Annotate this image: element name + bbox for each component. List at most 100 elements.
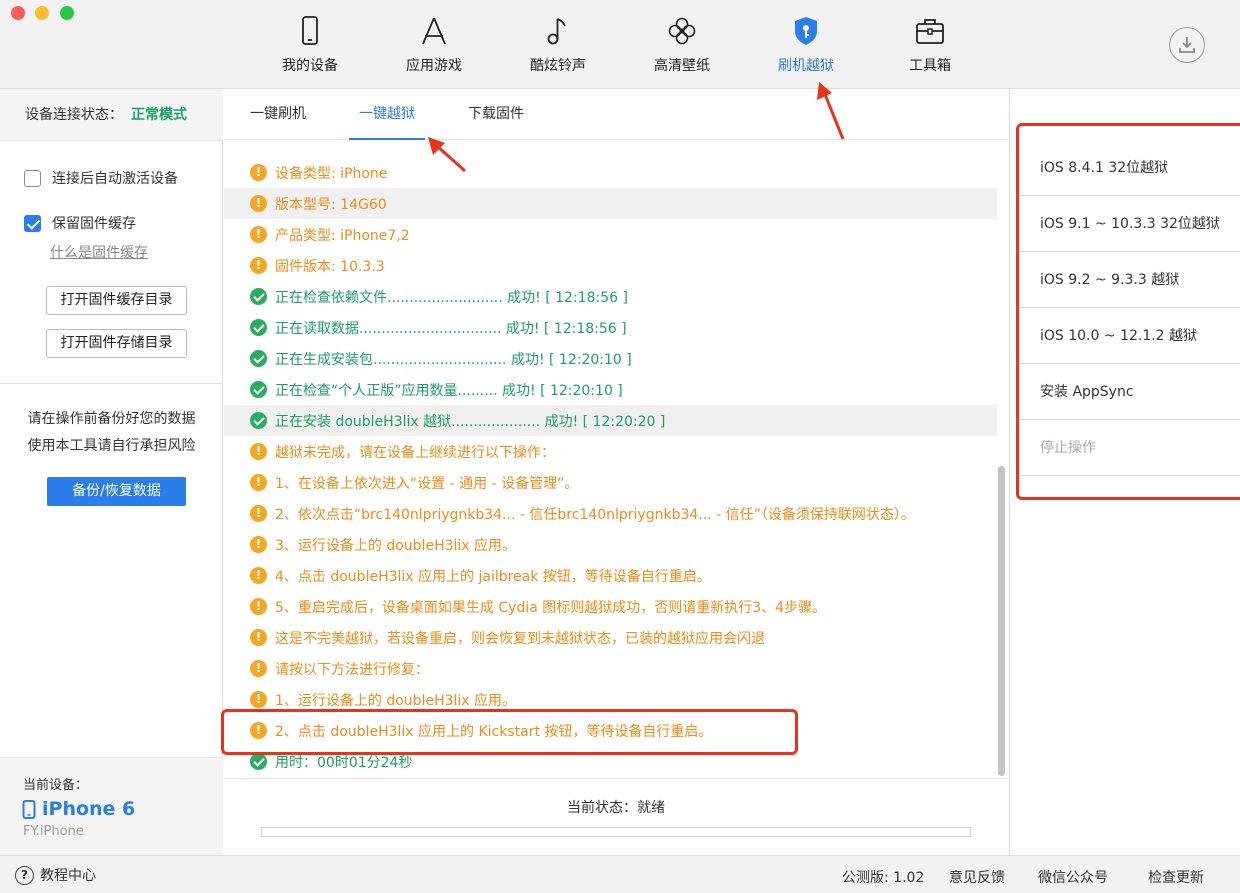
log-line-text: 版本型号: 14G60 (275, 196, 387, 213)
auto-activate-option[interactable]: 连接后自动激活设备 (24, 168, 178, 188)
success-check-icon (250, 350, 267, 367)
log-line: 正在读取数据................................ 成… (224, 312, 997, 343)
nav-flash-jailbreak[interactable]: 刷机越狱 (756, 14, 856, 84)
download-manager-button[interactable] (1169, 27, 1205, 63)
log-line: 5、重启完成后，设备桌面如果生成 Cydia 图标则越狱成功，否则请重新执行3、… (224, 591, 997, 622)
nav-label: 高清壁纸 (654, 58, 710, 74)
connection-status-label: 设备连接状态： (25, 107, 123, 123)
success-check-icon (250, 753, 267, 770)
log-line-text: 正在检查“个人正版”应用数量......... 成功! [ 12:20:10 ] (275, 382, 623, 399)
nav-label: 工具箱 (909, 58, 951, 74)
help-icon: ? (15, 865, 34, 885)
current-device-name[interactable]: iPhone 6 (22, 798, 135, 820)
nav-label: 刷机越狱 (778, 58, 834, 74)
check-update-link[interactable]: 检查更新 (1148, 867, 1204, 887)
status-area: 当前状态：就绪 (224, 778, 1008, 855)
option-install-appsync[interactable]: 安装 AppSync (1020, 364, 1240, 420)
phone-icon (22, 799, 36, 819)
log-line-text: 5、重启完成后，设备桌面如果生成 Cydia 图标则越狱成功，否则请重新执行3、… (275, 599, 827, 616)
stop-operation-button[interactable]: 停止操作 (1020, 420, 1240, 476)
version-label: 公测版: 1.02 (842, 870, 925, 886)
log-line: 正在检查依赖文件.......................... 成功! [… (224, 281, 997, 312)
log-line: 固件版本: 10.3.3 (224, 250, 997, 281)
warning-icon (250, 505, 267, 522)
nav-label: 酷炫铃声 (530, 58, 586, 74)
log-line: 用时：00时01分24秒 (224, 746, 997, 777)
backup-warning-line-1: 请在操作前备份好您的数据 (27, 411, 196, 427)
zoom-window-button[interactable] (60, 6, 74, 20)
nav-label: 应用游戏 (406, 58, 462, 74)
nav-ringtones[interactable]: 酷炫铃声 (508, 14, 608, 84)
log-line-text: 设备类型: iPhone (275, 165, 388, 182)
app-window: 我的设备 应用游戏 酷炫铃声 高清壁纸 刷机越狱 工具箱 设备连接状态： 正常模式 (0, 0, 1240, 893)
log-line-text: 2、依次点击“brc140nlpriygnkb34... - 信任brc140n… (275, 506, 915, 523)
warning-icon (250, 660, 267, 677)
nav-toolbox[interactable]: 工具箱 (880, 14, 980, 84)
log-line: 这是不完美越狱，若设备重启，则会恢复到未越狱状态，已装的越狱应用会闪退 (224, 622, 997, 653)
log-line: 版本型号: 14G60 (224, 188, 997, 219)
log-line: 1、在设备上依次进入“设置 - 通用 - 设备管理”。 (224, 467, 997, 498)
backup-warning-line-2: 使用本工具请自行承担风险 (27, 438, 196, 454)
jailbreak-options-panel: iOS 8.4.1 32位越狱 iOS 9.1 ~ 10.3.3 32位越狱 i… (1009, 89, 1240, 855)
log-line: 产品类型: iPhone7,2 (224, 219, 997, 250)
flower-icon (668, 17, 696, 45)
log-line: 设备类型: iPhone (224, 157, 997, 188)
jailbreak-log: 设备类型: iPhone 版本型号: 14G60 产品类型: iPhone7,2 固件… (224, 140, 1010, 778)
log-line: 2、点击 doubleH3lix 应用上的 Kickstart 按钮，等待设备自… (224, 715, 997, 746)
option-ios-10-0-12-1-2[interactable]: iOS 10.0 ~ 12.1.2 越狱 (1020, 308, 1240, 364)
log-line: 越狱未完成，请在设备上继续进行以下操作： (224, 436, 997, 467)
keep-cache-option[interactable]: 保留固件缓存 (24, 213, 136, 233)
open-cache-dir-button[interactable]: 打开固件缓存目录 (46, 286, 187, 315)
current-status-text: 当前状态：就绪 (567, 800, 665, 816)
tab-bar: 一键刷机 一键越狱 下载固件 (224, 89, 1010, 141)
option-ios-9-1-10-3-3-32bit[interactable]: iOS 9.1 ~ 10.3.3 32位越狱 (1020, 196, 1240, 252)
open-storage-dir-button[interactable]: 打开固件存储目录 (46, 329, 187, 358)
left-sidebar: 设备连接状态： 正常模式 连接后自动激活设备 保留固件缓存 什么是固件缓存 打开固… (0, 89, 223, 855)
log-line-text: 固件版本: 10.3.3 (275, 258, 385, 275)
log-line: 1、运行设备上的 doubleH3lix 应用。 (224, 684, 997, 715)
log-line-text: 请按以下方法进行修复： (275, 661, 429, 678)
shield-key-icon (795, 17, 817, 45)
current-device-panel: 当前设备： iPhone 6 FY.iPhone (0, 757, 223, 855)
divider (0, 383, 223, 384)
warning-icon (250, 598, 267, 615)
log-line-text: 正在生成安装包.............................. 成功… (275, 351, 632, 368)
log-line-text: 用时：00时01分24秒 (275, 754, 413, 771)
download-icon (1179, 37, 1195, 53)
nav-my-device[interactable]: 我的设备 (260, 14, 360, 84)
keep-cache-checkbox[interactable] (24, 214, 41, 232)
tab-download-firmware[interactable]: 下载固件 (468, 89, 524, 140)
option-ios-8-4-1-32bit[interactable]: iOS 8.4.1 32位越狱 (1020, 140, 1240, 196)
keep-cache-label: 保留固件缓存 (52, 216, 136, 232)
firmware-cache-help-link[interactable]: 什么是固件缓存 (50, 242, 148, 262)
warning-icon (250, 567, 267, 584)
warning-icon (250, 226, 267, 243)
warning-icon (250, 195, 267, 212)
minimize-window-button[interactable] (35, 6, 49, 20)
device-owner-name: FY.iPhone (23, 824, 84, 839)
success-check-icon (250, 319, 267, 336)
warning-icon (250, 164, 267, 181)
device-name-text: iPhone 6 (42, 798, 136, 820)
log-line-text: 1、运行设备上的 doubleH3lix 应用。 (275, 692, 517, 709)
phone-icon (302, 16, 318, 45)
feedback-link[interactable]: 意见反馈 (949, 867, 1005, 887)
tab-one-click-flash[interactable]: 一键刷机 (250, 89, 306, 140)
warning-icon (250, 257, 267, 274)
option-ios-9-2-9-3-3[interactable]: iOS 9.2 ~ 9.3.3 越狱 (1020, 252, 1240, 308)
nav-wallpapers[interactable]: 高清壁纸 (632, 14, 732, 84)
nav-apps-games[interactable]: 应用游戏 (384, 14, 484, 84)
backup-restore-button[interactable]: 备份/恢复数据 (47, 477, 186, 506)
tab-one-click-jailbreak[interactable]: 一键越狱 (349, 89, 425, 141)
connection-status-value: 正常模式 (131, 107, 187, 123)
close-window-button[interactable] (11, 6, 25, 20)
wechat-link[interactable]: 微信公众号 (1038, 867, 1108, 887)
log-line-text: 正在安装 doubleH3lix 越狱.................... … (275, 413, 666, 430)
log-line-text: 正在读取数据................................ 成… (275, 320, 627, 337)
warning-icon (250, 691, 267, 708)
warning-icon (250, 474, 267, 491)
auto-activate-checkbox[interactable] (24, 169, 41, 187)
app-store-icon (422, 17, 446, 45)
log-scrollbar-thumb[interactable] (998, 466, 1005, 776)
tutorial-center-link[interactable]: ? 教程中心 (15, 865, 96, 885)
